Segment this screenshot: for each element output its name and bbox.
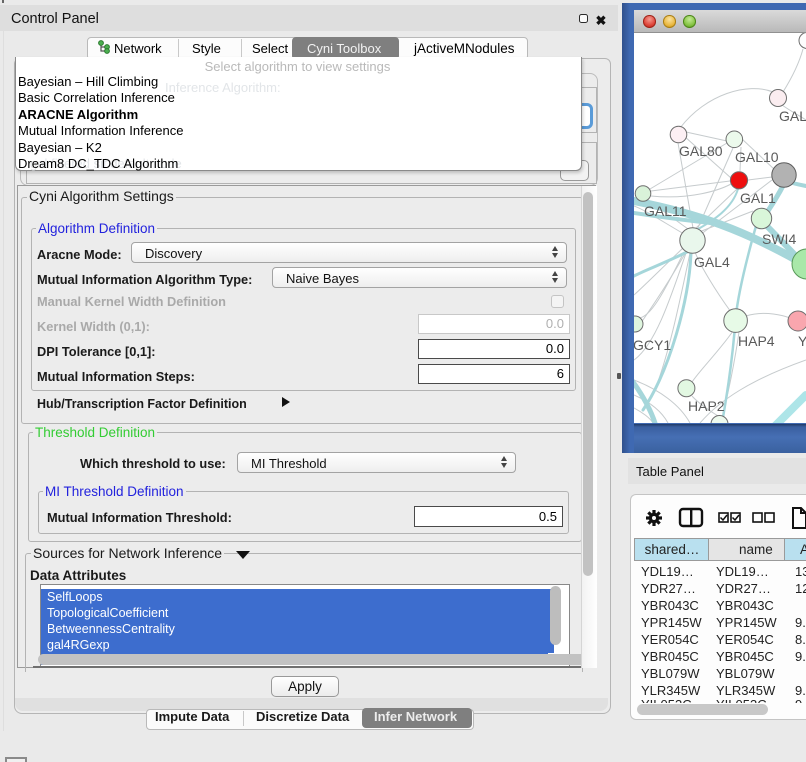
svg-text:GAL10: GAL10 xyxy=(735,149,779,165)
svg-text:HAP4: HAP4 xyxy=(738,333,775,349)
svg-text:GCY1: GCY1 xyxy=(634,337,671,353)
svg-text:GAL8: GAL8 xyxy=(779,108,806,124)
svg-text:Y: Y xyxy=(798,333,806,349)
svg-text:GAL11: GAL11 xyxy=(644,203,687,219)
svg-text:GAL1: GAL1 xyxy=(740,190,776,206)
svg-text:HAP2: HAP2 xyxy=(688,398,725,414)
svg-text:GAL4: GAL4 xyxy=(694,254,730,270)
svg-text:GAL80: GAL80 xyxy=(679,143,723,159)
svg-text:SWI4: SWI4 xyxy=(762,231,796,247)
